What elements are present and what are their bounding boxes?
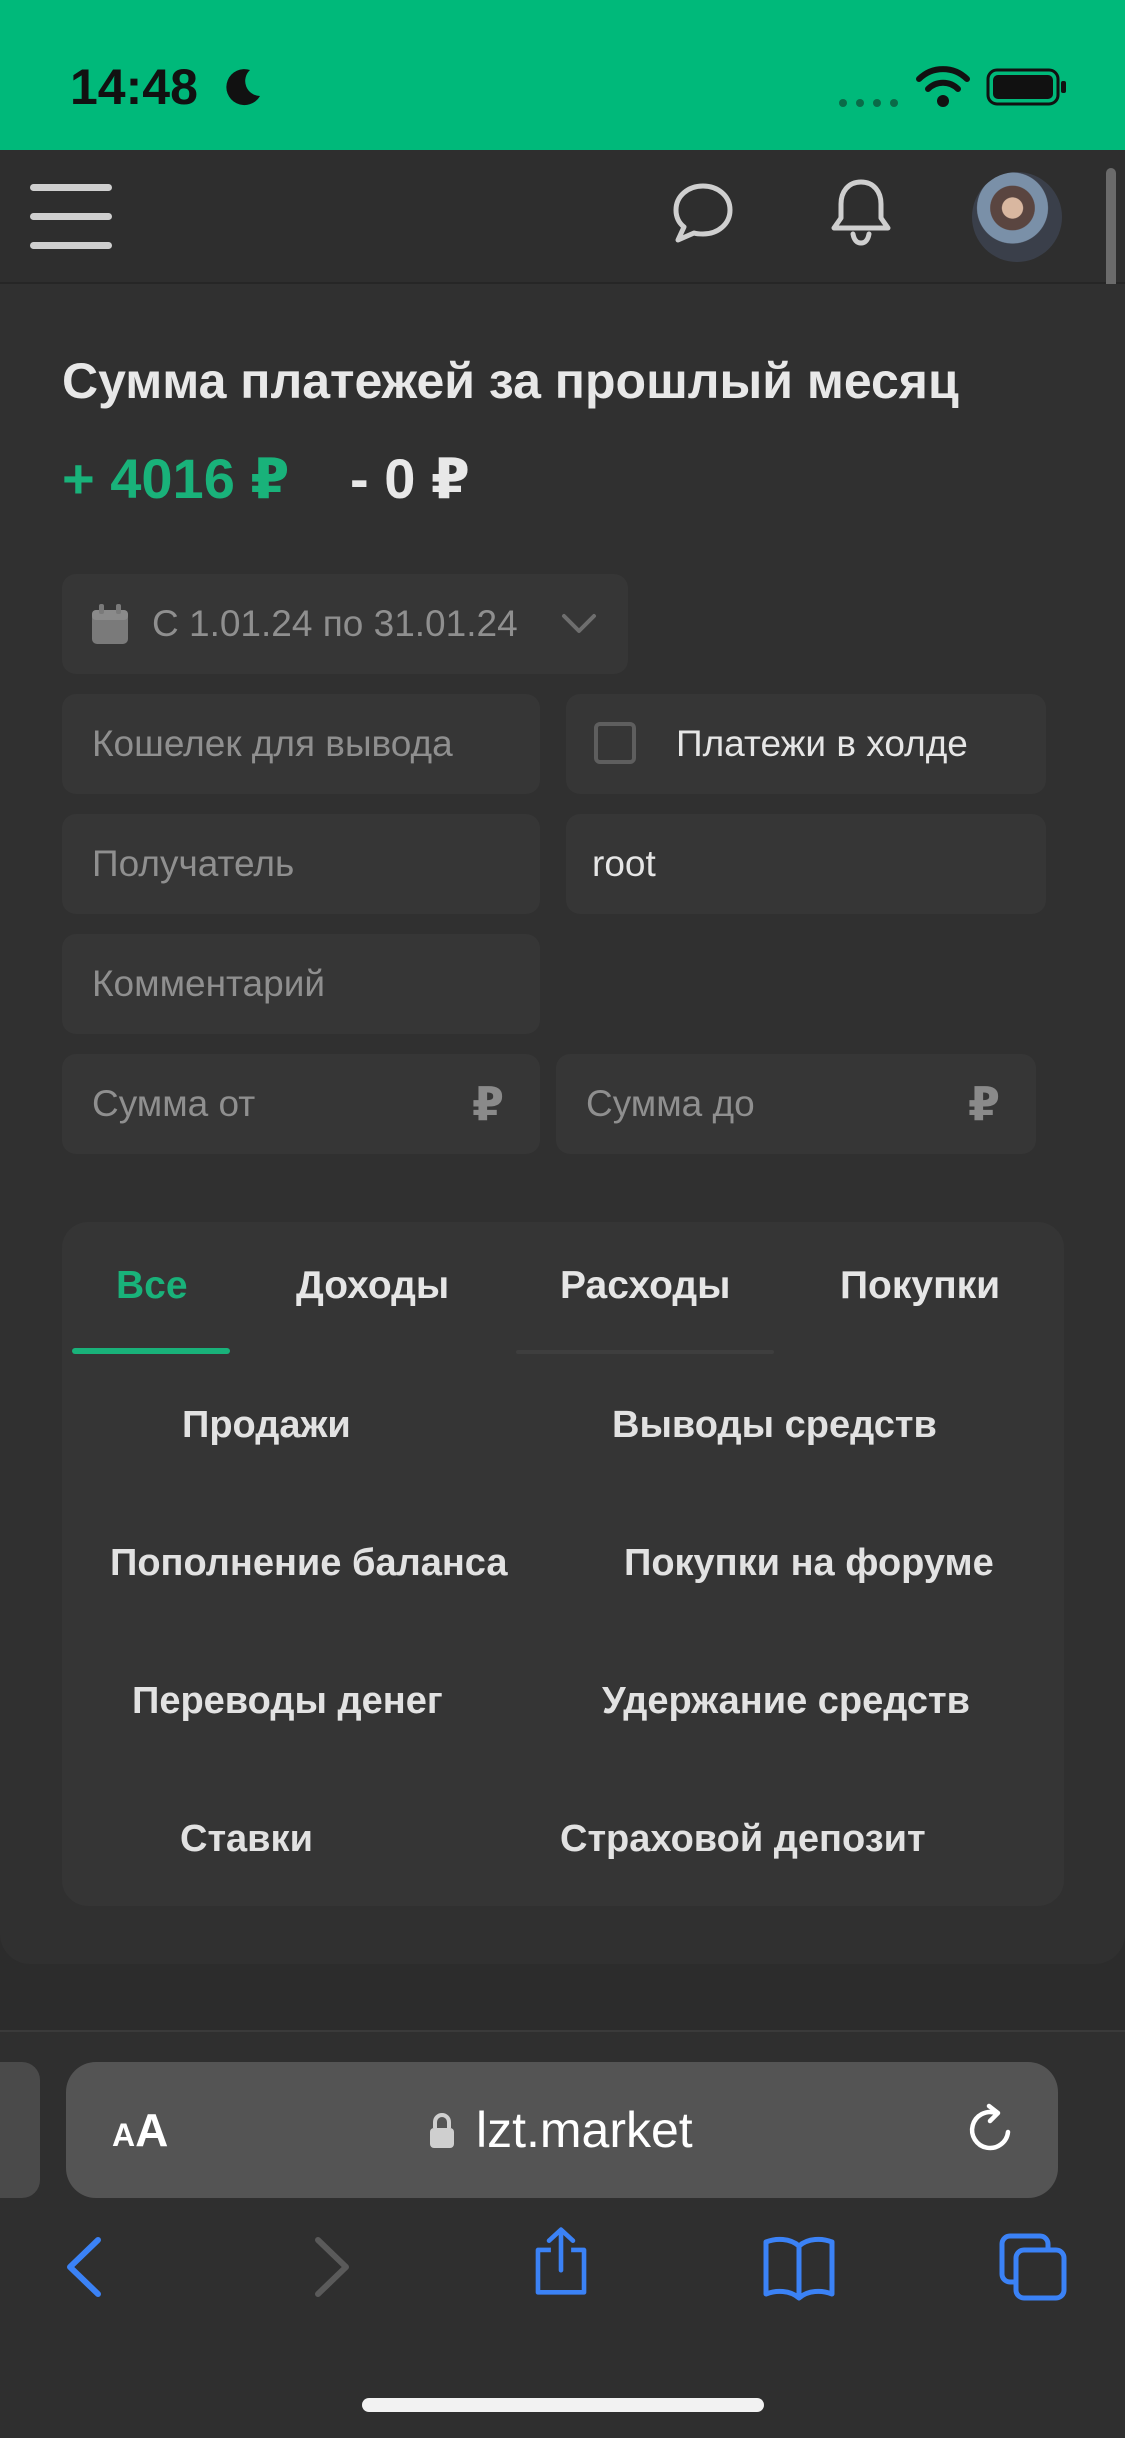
user-input[interactable]: root [566, 814, 1046, 914]
tab-all[interactable]: Все [116, 1264, 188, 1308]
hold-payments-toggle[interactable]: Платежи в холде [566, 694, 1046, 794]
category-transfers[interactable]: Переводы денег [132, 1680, 443, 1723]
user-avatar[interactable] [972, 172, 1062, 262]
recipient-placeholder: Получатель [92, 843, 295, 884]
home-indicator[interactable] [362, 2398, 764, 2412]
category-bets[interactable]: Ставки [180, 1818, 313, 1861]
status-bar: 14:48 [0, 0, 1125, 150]
notifications-bell-icon[interactable] [826, 176, 896, 248]
category-forum-purchases[interactable]: Покупки на форуме [624, 1542, 994, 1585]
hold-payments-checkbox[interactable] [594, 722, 636, 764]
chevron-down-icon [562, 614, 596, 633]
recipient-input[interactable]: Получатель [62, 814, 540, 914]
chat-icon[interactable] [670, 180, 736, 246]
active-tab-indicator [72, 1348, 230, 1354]
tabs-icon[interactable] [998, 2232, 1068, 2302]
bookmarks-icon[interactable] [762, 2232, 836, 2302]
previous-tab-preview[interactable] [0, 2062, 40, 2198]
date-range-text: С 1.01.24 по 31.01.24 [152, 603, 518, 644]
calendar-icon [92, 604, 128, 644]
back-icon[interactable] [52, 2232, 122, 2302]
category-withdrawals[interactable]: Выводы средств [612, 1404, 937, 1447]
category-sales[interactable]: Продажи [182, 1404, 351, 1447]
hold-payments-label: Платежи в холде [676, 723, 968, 764]
income-total: + 4016 ₽ [62, 447, 290, 510]
moon-icon [226, 69, 260, 106]
category-deposits[interactable]: Пополнение баланса [110, 1542, 508, 1585]
ruble-icon: ₽ [967, 1078, 1000, 1130]
comment-placeholder: Комментарий [92, 963, 326, 1004]
address-bar[interactable]: A A lzt.market [66, 2062, 1058, 2198]
transaction-type-tabs: Все Доходы Расходы Покупки Продажи Вывод… [62, 1222, 1064, 1906]
ruble-icon: ₽ [471, 1078, 504, 1130]
amount-to-placeholder: Сумма до [586, 1083, 755, 1124]
tab-divider [516, 1350, 774, 1354]
text-size-button[interactable]: A A [112, 2062, 168, 2198]
share-icon[interactable] [526, 2226, 596, 2296]
lock-icon [430, 2113, 454, 2148]
tab-expenses[interactable]: Расходы [560, 1264, 730, 1308]
wallet-input[interactable]: Кошелек для вывода [62, 694, 540, 794]
amount-from-input[interactable]: Сумма от ₽ [62, 1054, 540, 1154]
wifi-icon [916, 66, 970, 107]
amount-to-input[interactable]: Сумма до ₽ [556, 1054, 1036, 1154]
signal-dots-icon [839, 99, 898, 107]
user-value: root [592, 843, 656, 884]
date-range-picker[interactable]: С 1.01.24 по 31.01.24 [62, 574, 628, 674]
expense-total: - 0 ₽ [350, 447, 470, 510]
site-navbar [0, 150, 1125, 284]
category-insurance-deposit[interactable]: Страховой депозит [560, 1818, 926, 1861]
reload-icon[interactable] [962, 2102, 1018, 2158]
status-time: 14:48 [70, 59, 198, 115]
comment-input[interactable]: Комментарий [62, 934, 540, 1034]
category-holds[interactable]: Удержание средств [602, 1680, 970, 1723]
text-size-large-glyph: A [135, 2104, 169, 2156]
tab-purchases[interactable]: Покупки [840, 1264, 1000, 1308]
amount-from-placeholder: Сумма от [92, 1083, 256, 1124]
text-size-small-glyph: A [112, 2116, 136, 2153]
forward-icon[interactable] [294, 2232, 364, 2302]
menu-icon[interactable] [28, 180, 114, 254]
site-domain: lzt.market [476, 2102, 693, 2158]
browser-toolbar: A A lzt.market [0, 2030, 1125, 2438]
tab-income[interactable]: Доходы [296, 1264, 449, 1308]
page-title: Сумма платежей за прошлый месяц [62, 353, 959, 409]
wallet-placeholder: Кошелек для вывода [92, 723, 453, 764]
battery-icon [986, 68, 1066, 106]
